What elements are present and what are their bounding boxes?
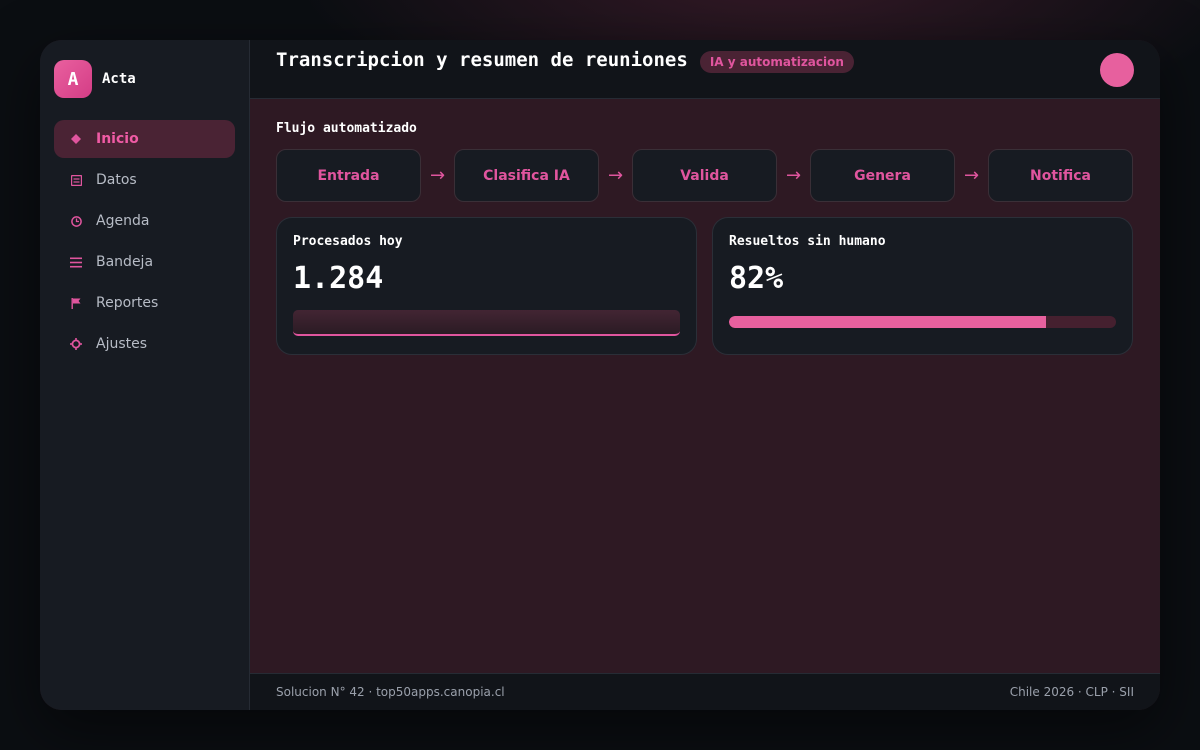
- flag-icon: [70, 297, 82, 309]
- gear-icon: [70, 338, 82, 350]
- category-badge: IA y automatizacion: [699, 51, 854, 73]
- sidebar-nav: Inicio Datos Agenda Bandeja Reportes Aju…: [54, 120, 235, 363]
- flow-section-title: Flujo automatizado: [276, 121, 417, 136]
- brand-logo: A: [54, 60, 92, 98]
- brand[interactable]: A Acta: [54, 60, 235, 98]
- sidebar: A Acta Inicio Datos Agenda Bandeja Repor…: [40, 40, 250, 710]
- sparkline-area: [293, 310, 680, 336]
- flow-step-genera[interactable]: Genera: [810, 149, 955, 202]
- top-header: Transcripcion y resumen de reuniones IA …: [250, 40, 1160, 99]
- arrow-right-icon: →: [963, 165, 980, 186]
- brand-name: Acta: [102, 71, 136, 87]
- sidebar-item-inicio[interactable]: Inicio: [54, 120, 235, 158]
- flow-step-valida[interactable]: Valida: [632, 149, 777, 202]
- workflow-steps: Entrada → Clasifica IA → Valida → Genera…: [276, 149, 1134, 202]
- app-window: A Acta Inicio Datos Agenda Bandeja Repor…: [40, 40, 1160, 710]
- flow-step-clasifica-ia[interactable]: Clasifica IA: [454, 149, 599, 202]
- arrow-right-icon: →: [607, 165, 624, 186]
- sidebar-item-bandeja[interactable]: Bandeja: [54, 243, 235, 281]
- sidebar-item-agenda[interactable]: Agenda: [54, 202, 235, 240]
- stat-card-resolved: Resueltos sin humano 82%: [712, 217, 1133, 355]
- database-icon: [70, 174, 82, 186]
- stat-label: Procesados hoy: [293, 234, 403, 249]
- stat-label: Resueltos sin humano: [729, 234, 886, 249]
- sidebar-item-label: Bandeja: [96, 254, 154, 270]
- clock-icon: [70, 215, 82, 227]
- sidebar-item-ajustes[interactable]: Ajustes: [54, 325, 235, 363]
- flow-step-notifica[interactable]: Notifica: [988, 149, 1133, 202]
- sidebar-item-label: Ajustes: [96, 336, 148, 352]
- stat-card-processed: Procesados hoy 1.284: [276, 217, 697, 355]
- arrow-right-icon: →: [785, 165, 802, 186]
- footer-right-text: Chile 2026 · CLP · SII: [1009, 685, 1134, 699]
- sidebar-item-reportes[interactable]: Reportes: [54, 284, 235, 322]
- footer: Solucion N° 42 · top50apps.canopia.cl Ch…: [250, 673, 1160, 710]
- page-title: Transcripcion y resumen de reuniones: [276, 49, 688, 71]
- progress-fill: [729, 316, 1047, 328]
- footer-left-text: Solucion N° 42 · top50apps.canopia.cl: [276, 685, 505, 699]
- flow-step-entrada[interactable]: Entrada: [276, 149, 421, 202]
- stats-row: Procesados hoy 1.284 Resueltos sin human…: [276, 217, 1134, 355]
- inbox-list-icon: [70, 256, 82, 268]
- arrow-right-icon: →: [429, 165, 446, 186]
- sidebar-item-label: Inicio: [96, 131, 139, 147]
- stat-value: 82%: [729, 261, 784, 296]
- main-area: Transcripcion y resumen de reuniones IA …: [250, 40, 1160, 710]
- sidebar-item-label: Reportes: [96, 295, 159, 311]
- dashboard-content: Flujo automatizado Entrada → Clasifica I…: [250, 99, 1160, 673]
- avatar[interactable]: [1100, 53, 1134, 87]
- sidebar-item-label: Agenda: [96, 213, 150, 229]
- diamond-icon: [70, 133, 82, 145]
- sidebar-item-datos[interactable]: Datos: [54, 161, 235, 199]
- sidebar-item-label: Datos: [96, 172, 137, 188]
- stat-value: 1.284: [293, 261, 384, 296]
- progress-bar: [729, 316, 1116, 328]
